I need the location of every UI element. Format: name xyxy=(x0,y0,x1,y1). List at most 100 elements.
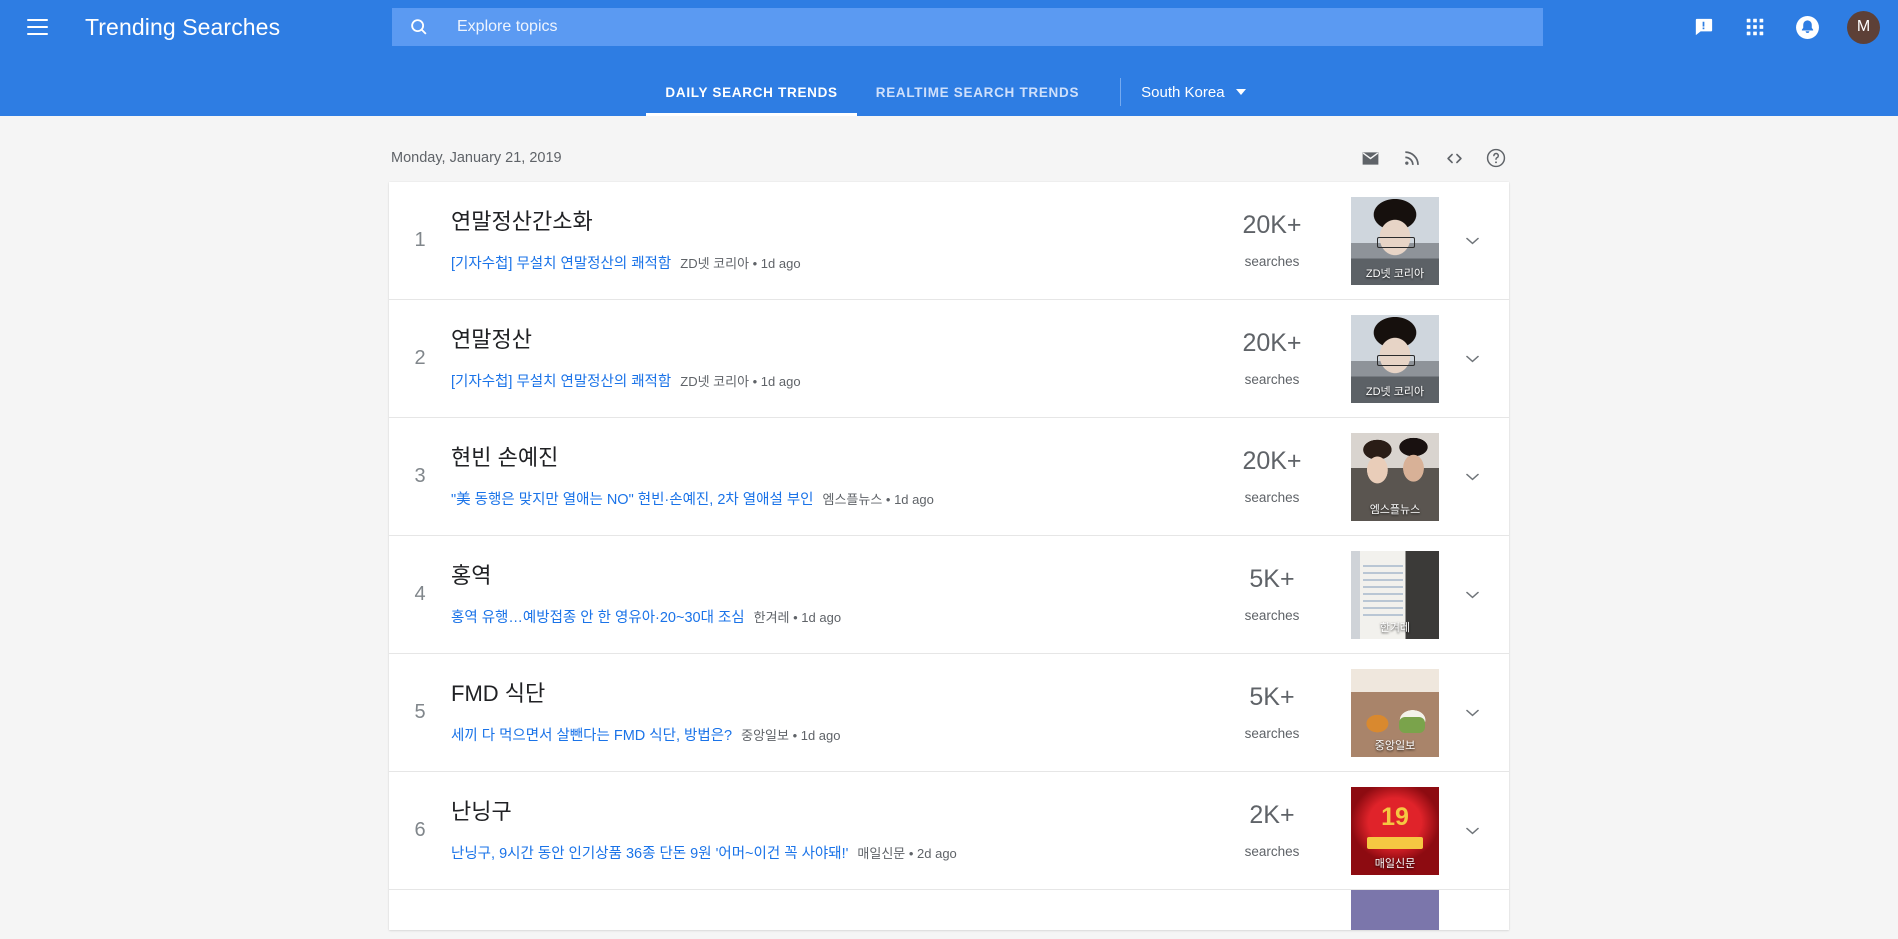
tab-label: REALTIME SEARCH TRENDS xyxy=(876,85,1079,100)
tab-realtime-search-trends[interactable]: REALTIME SEARCH TRENDS xyxy=(857,68,1098,116)
table-row[interactable]: 3 현빈 손예진 "美 동행은 맞지만 열애는 NO" 현빈·손예진, 2차 열… xyxy=(389,418,1509,536)
expand-row-button[interactable] xyxy=(1439,237,1505,245)
trend-content: 현빈 손예진 "美 동행은 맞지만 열애는 NO" 현빈·손예진, 2차 열애설… xyxy=(451,444,1201,509)
article-meta: 매일신문 • 2d ago xyxy=(857,846,956,861)
table-row[interactable]: 4 홍역 홍역 유행…예방접종 안 한 영유아·20~30대 조심 한겨레 • … xyxy=(389,536,1509,654)
search-volume: 20K+ searches xyxy=(1201,448,1351,506)
region-label: South Korea xyxy=(1141,84,1224,101)
trend-rank: 2 xyxy=(389,347,451,370)
trend-term[interactable]: 홍역 xyxy=(451,562,1181,590)
thumbnail-source-caption: 한겨레 xyxy=(1351,617,1439,639)
article-thumbnail[interactable]: ZD넷 코리아 xyxy=(1351,197,1439,285)
search-volume-value: 5K+ xyxy=(1201,566,1343,594)
search-volume-value: 5K+ xyxy=(1201,684,1343,712)
article-meta: 엠스플뉴스 • 1d ago xyxy=(823,492,934,507)
search-volume: 5K+ searches xyxy=(1201,566,1351,624)
header-actions: M xyxy=(1689,0,1880,54)
article-thumbnail[interactable] xyxy=(1351,890,1439,930)
trend-article: 세끼 다 먹으면서 살뺀다는 FMD 식단, 방법은? 중앙일보 • 1d ag… xyxy=(451,724,1181,745)
expand-row-button[interactable] xyxy=(1439,591,1505,599)
trend-article: 홍역 유행…예방접종 안 한 영유아·20~30대 조심 한겨레 • 1d ag… xyxy=(451,606,1181,627)
search-volume-label: searches xyxy=(1201,726,1343,741)
article-headline-link[interactable]: 세끼 다 먹으면서 살뺀다는 FMD 식단, 방법은? xyxy=(451,728,732,744)
trend-term[interactable]: 연말정산 xyxy=(451,326,1181,354)
tab-divider xyxy=(1120,78,1121,106)
search-volume-value: 20K+ xyxy=(1201,448,1343,476)
article-thumbnail[interactable]: 엠스플뉴스 xyxy=(1351,433,1439,521)
trends-sheet: Monday, January 21, 2019 xyxy=(389,116,1509,930)
embed-code-icon[interactable] xyxy=(1442,146,1466,170)
apps-grid-icon[interactable] xyxy=(1741,13,1769,41)
thumbnail-source-caption: ZD넷 코리아 xyxy=(1351,263,1439,285)
app-header: Trending Searches Explore topics xyxy=(0,0,1898,116)
table-row[interactable]: 1 연말정산간소화 [기자수첩] 무설치 연말정산의 쾌적함 ZD넷 코리아 •… xyxy=(389,182,1509,300)
date-label: Monday, January 21, 2019 xyxy=(391,150,562,166)
table-row[interactable]: 5 FMD 식단 세끼 다 먹으면서 살뺀다는 FMD 식단, 방법은? 중앙일… xyxy=(389,654,1509,772)
search-volume: 5K+ searches xyxy=(1201,684,1351,742)
hamburger-bar xyxy=(27,19,48,21)
trend-term[interactable]: 난닝구 xyxy=(451,798,1181,826)
article-headline-link[interactable]: 홍역 유행…예방접종 안 한 영유아·20~30대 조심 xyxy=(451,610,745,626)
trend-article: "美 동행은 맞지만 열애는 NO" 현빈·손예진, 2차 열애설 부인 엠스플… xyxy=(451,488,1181,509)
thumbnail-source-caption: 엠스플뉴스 xyxy=(1351,499,1439,521)
thumbnail-source-caption: 중앙일보 xyxy=(1351,735,1439,757)
trend-rank: 4 xyxy=(389,583,451,606)
search-volume-label: searches xyxy=(1201,490,1343,505)
expand-row-button[interactable] xyxy=(1439,709,1505,717)
tab-daily-search-trends[interactable]: DAILY SEARCH TRENDS xyxy=(646,68,856,116)
trend-term[interactable]: 연말정산간소화 xyxy=(451,208,1181,236)
avatar[interactable]: M xyxy=(1847,11,1880,44)
trend-content: 연말정산 [기자수첩] 무설치 연말정산의 쾌적함 ZD넷 코리아 • 1d a… xyxy=(451,326,1201,391)
trends-list: 1 연말정산간소화 [기자수첩] 무설치 연말정산의 쾌적함 ZD넷 코리아 •… xyxy=(389,182,1509,930)
trend-term[interactable]: FMD 식단 xyxy=(451,680,1181,708)
date-toolbar: Monday, January 21, 2019 xyxy=(389,134,1509,182)
caret-down-icon xyxy=(1236,89,1246,95)
hamburger-menu-icon[interactable] xyxy=(19,9,55,45)
table-row[interactable] xyxy=(389,890,1509,930)
expand-row-button[interactable] xyxy=(1439,355,1505,363)
article-headline-link[interactable]: [기자수첩] 무설치 연말정산의 쾌적함 xyxy=(451,374,671,390)
notifications-bell-icon[interactable] xyxy=(1793,13,1821,41)
thumbnail-source-caption: ZD넷 코리아 xyxy=(1351,381,1439,403)
article-headline-link[interactable]: [기자수첩] 무설치 연말정산의 쾌적함 xyxy=(451,256,671,272)
search-bar[interactable]: Explore topics xyxy=(392,8,1543,46)
help-icon[interactable] xyxy=(1484,146,1508,170)
article-thumbnail[interactable]: ZD넷 코리아 xyxy=(1351,315,1439,403)
search-volume-label: searches xyxy=(1201,844,1343,859)
tab-label: DAILY SEARCH TRENDS xyxy=(665,85,837,100)
article-thumbnail[interactable]: 중앙일보 xyxy=(1351,669,1439,757)
rss-feed-icon[interactable] xyxy=(1400,146,1424,170)
search-volume: 20K+ searches xyxy=(1201,330,1351,388)
region-selector[interactable]: South Korea xyxy=(1141,68,1251,116)
toolbar-actions xyxy=(1358,146,1508,170)
article-meta: ZD넷 코리아 • 1d ago xyxy=(680,256,800,271)
trend-rank: 1 xyxy=(389,229,451,252)
search-volume-value: 20K+ xyxy=(1201,330,1343,358)
app-header-top-row: Trending Searches Explore topics xyxy=(0,0,1898,54)
feedback-icon[interactable] xyxy=(1689,13,1717,41)
table-row[interactable]: 6 난닝구 난닝구, 9시간 동안 인기상품 36종 단돈 9원 '어머~이건 … xyxy=(389,772,1509,890)
email-subscribe-icon[interactable] xyxy=(1358,146,1382,170)
search-input-placeholder[interactable]: Explore topics xyxy=(457,18,558,36)
article-thumbnail[interactable]: 한겨레 xyxy=(1351,551,1439,639)
trend-rank: 3 xyxy=(389,465,451,488)
article-headline-link[interactable]: 난닝구, 9시간 동안 인기상품 36종 단돈 9원 '어머~이건 꼭 사야돼!… xyxy=(451,846,848,862)
tab-row: DAILY SEARCH TRENDS REALTIME SEARCH TREN… xyxy=(646,68,1251,116)
article-headline-link[interactable]: "美 동행은 맞지만 열애는 NO" 현빈·손예진, 2차 열애설 부인 xyxy=(451,492,814,508)
trend-content: 난닝구 난닝구, 9시간 동안 인기상품 36종 단돈 9원 '어머~이건 꼭 … xyxy=(451,798,1201,863)
chevron-down-icon xyxy=(1466,355,1479,363)
chevron-down-icon xyxy=(1466,473,1479,481)
search-volume-label: searches xyxy=(1201,254,1343,269)
expand-row-button[interactable] xyxy=(1439,827,1505,835)
table-row[interactable]: 2 연말정산 [기자수첩] 무설치 연말정산의 쾌적함 ZD넷 코리아 • 1d… xyxy=(389,300,1509,418)
trend-term[interactable]: 현빈 손예진 xyxy=(451,444,1181,472)
article-meta: 중앙일보 • 1d ago xyxy=(741,728,840,743)
tab-bar: DAILY SEARCH TRENDS REALTIME SEARCH TREN… xyxy=(0,54,1898,116)
trend-rank: 5 xyxy=(389,701,451,724)
article-thumbnail[interactable]: 매일신문 xyxy=(1351,787,1439,875)
trend-content: 연말정산간소화 [기자수첩] 무설치 연말정산의 쾌적함 ZD넷 코리아 • 1… xyxy=(451,208,1201,273)
article-meta: 한겨레 • 1d ago xyxy=(754,610,841,625)
search-volume: 20K+ searches xyxy=(1201,212,1351,270)
main-content: Monday, January 21, 2019 xyxy=(0,116,1898,939)
expand-row-button[interactable] xyxy=(1439,473,1505,481)
